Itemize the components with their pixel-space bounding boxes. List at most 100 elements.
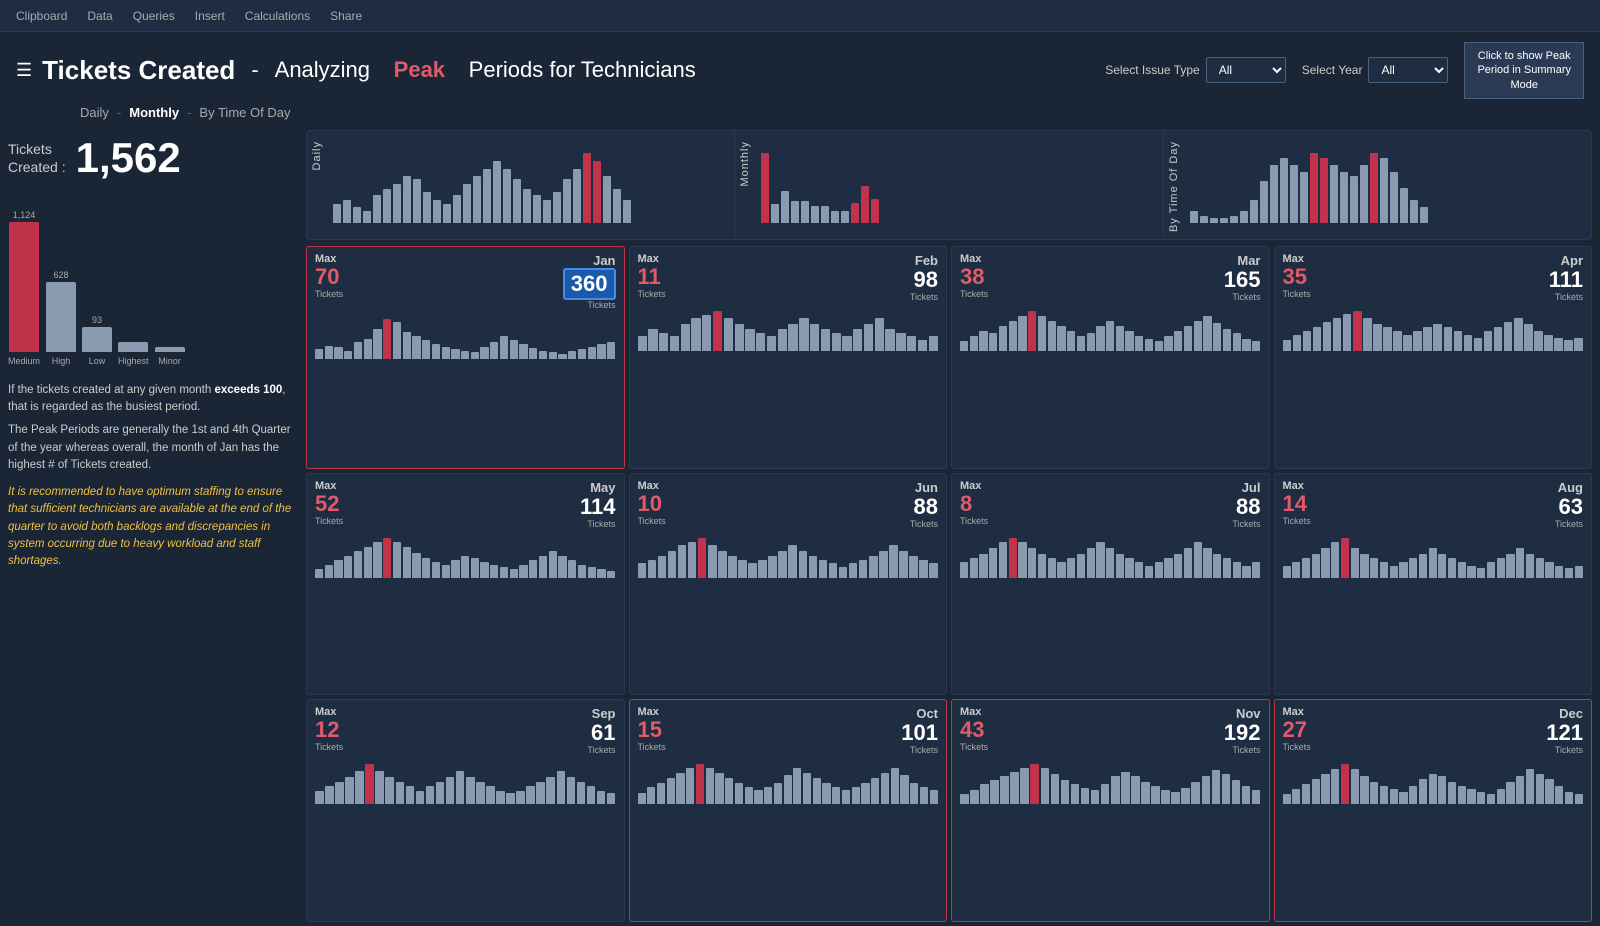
month-card[interactable]: Max15TicketsOct101Tickets bbox=[629, 699, 948, 922]
month-card[interactable]: Max43TicketsNov192Tickets bbox=[951, 699, 1270, 922]
month-header: Max35TicketsApr111Tickets bbox=[1283, 253, 1584, 302]
mini-bar bbox=[1565, 792, 1573, 804]
daily-bars-container bbox=[333, 143, 726, 223]
mini-bar bbox=[979, 331, 987, 351]
mini-bar bbox=[325, 786, 334, 804]
mini-bar bbox=[354, 551, 362, 578]
month-card[interactable]: Max8TicketsJul88Tickets bbox=[951, 473, 1270, 696]
menu-data[interactable]: Data bbox=[87, 9, 112, 23]
mini-bar bbox=[1116, 326, 1124, 351]
page-title: Tickets Created bbox=[42, 55, 235, 86]
mini-bar bbox=[529, 348, 537, 359]
overview-bar bbox=[613, 189, 621, 223]
issue-type-chart: 1,124Medium628High93LowHighestMinor bbox=[8, 194, 298, 374]
mini-bar bbox=[728, 556, 737, 578]
mini-bar bbox=[1048, 558, 1056, 578]
overview-bar bbox=[1370, 153, 1378, 223]
mini-bar bbox=[1106, 548, 1114, 578]
month-total-tickets-label: Tickets bbox=[1232, 292, 1260, 302]
month-max-value: 14 bbox=[1283, 492, 1311, 516]
mini-bar bbox=[1125, 558, 1133, 578]
mini-bar bbox=[557, 771, 566, 804]
mini-bar bbox=[325, 346, 333, 359]
peak-mode-button[interactable]: Click to show Peak Period in Summary Mod… bbox=[1464, 42, 1584, 99]
tab-daily[interactable]: Daily bbox=[80, 105, 109, 120]
mini-bar bbox=[1390, 566, 1398, 578]
mini-bar bbox=[1174, 554, 1182, 578]
mini-bar bbox=[1213, 554, 1221, 578]
main-area: Daily Monthly By Time Of Day Max70Ticket… bbox=[306, 130, 1592, 922]
mini-bar bbox=[657, 783, 665, 804]
mini-bar bbox=[1487, 562, 1495, 578]
mini-bar bbox=[1341, 538, 1349, 578]
tab-bytime[interactable]: By Time Of Day bbox=[199, 105, 290, 120]
mini-bar bbox=[1423, 327, 1432, 351]
mini-bar bbox=[486, 786, 495, 804]
menu-calculations[interactable]: Calculations bbox=[245, 9, 310, 23]
mini-bar bbox=[907, 336, 916, 351]
mini-bar bbox=[335, 782, 344, 804]
menu-insert[interactable]: Insert bbox=[195, 9, 225, 23]
month-card[interactable]: Max38TicketsMar165Tickets bbox=[951, 246, 1270, 469]
month-max-section: Max8Tickets bbox=[960, 480, 988, 526]
month-card[interactable]: Max35TicketsApr111Tickets bbox=[1274, 246, 1593, 469]
menu-share[interactable]: Share bbox=[330, 9, 362, 23]
mini-bar bbox=[471, 558, 479, 578]
mini-bar bbox=[1331, 542, 1339, 578]
month-total-section: Dec121Tickets bbox=[1546, 706, 1583, 755]
month-card[interactable]: Max27TicketsDec121Tickets bbox=[1274, 699, 1593, 922]
overview-bar bbox=[573, 169, 581, 223]
mini-bar bbox=[466, 777, 475, 804]
mini-bar bbox=[334, 347, 342, 359]
overview-bytime-label: By Time Of Day bbox=[1168, 141, 1180, 232]
month-card[interactable]: Max10TicketsJun88Tickets bbox=[629, 473, 948, 696]
month-max-tickets-label: Tickets bbox=[1283, 742, 1311, 752]
menu-queries[interactable]: Queries bbox=[133, 9, 175, 23]
issue-type-select[interactable]: All bbox=[1206, 57, 1286, 83]
month-max-label: Max bbox=[960, 480, 988, 492]
month-max-tickets-label: Tickets bbox=[638, 516, 666, 526]
month-name: Jan bbox=[593, 253, 615, 268]
month-name: Jun bbox=[915, 480, 938, 495]
mini-bar bbox=[1057, 562, 1065, 578]
mini-bar bbox=[1353, 311, 1362, 351]
mini-bar bbox=[869, 556, 878, 578]
month-card[interactable]: Max70TicketsJan360Tickets bbox=[306, 246, 625, 469]
month-card[interactable]: Max11TicketsFeb98Tickets bbox=[629, 246, 948, 469]
overview-bar bbox=[1220, 218, 1228, 223]
month-card[interactable]: Max14TicketsAug63Tickets bbox=[1274, 473, 1593, 696]
issue-type-bar-col: 628High bbox=[46, 270, 76, 366]
mini-bar bbox=[1464, 335, 1473, 351]
overview-bar bbox=[553, 192, 561, 223]
bar-rect bbox=[46, 282, 76, 352]
overview-bar bbox=[1360, 165, 1368, 223]
mini-bar bbox=[1380, 786, 1388, 804]
tab-monthly[interactable]: Monthly bbox=[129, 105, 179, 120]
mini-bar bbox=[1057, 326, 1065, 351]
mini-bar bbox=[1212, 770, 1221, 804]
mini-bar bbox=[1067, 331, 1075, 351]
year-select[interactable]: All bbox=[1368, 57, 1448, 83]
mini-bar bbox=[519, 565, 527, 578]
hamburger-icon[interactable]: ☰ bbox=[16, 60, 32, 81]
overview-bar bbox=[1240, 211, 1248, 223]
mini-bar bbox=[899, 551, 908, 578]
overview-bar bbox=[593, 161, 601, 223]
month-card[interactable]: Max12TicketsSep61Tickets bbox=[306, 699, 625, 922]
mini-bar bbox=[1233, 562, 1241, 578]
mini-bar bbox=[1051, 774, 1060, 804]
month-total-tickets-label: Tickets bbox=[587, 519, 615, 529]
month-header: Max27TicketsDec121Tickets bbox=[1283, 706, 1584, 755]
mini-bar bbox=[1030, 764, 1039, 804]
mini-bar bbox=[778, 551, 787, 578]
mini-bar bbox=[768, 556, 777, 578]
info-section: If the tickets created at any given mont… bbox=[8, 382, 298, 571]
month-card[interactable]: Max52TicketsMay114Tickets bbox=[306, 473, 625, 696]
mini-bar bbox=[344, 351, 352, 359]
month-name: Mar bbox=[1237, 253, 1260, 268]
overview-bar bbox=[333, 204, 341, 223]
mini-bar bbox=[539, 556, 547, 578]
menu-clipboard[interactable]: Clipboard bbox=[16, 9, 67, 23]
mini-bar bbox=[1292, 789, 1300, 804]
top-menu-bar: Clipboard Data Queries Insert Calculatio… bbox=[0, 0, 1600, 32]
